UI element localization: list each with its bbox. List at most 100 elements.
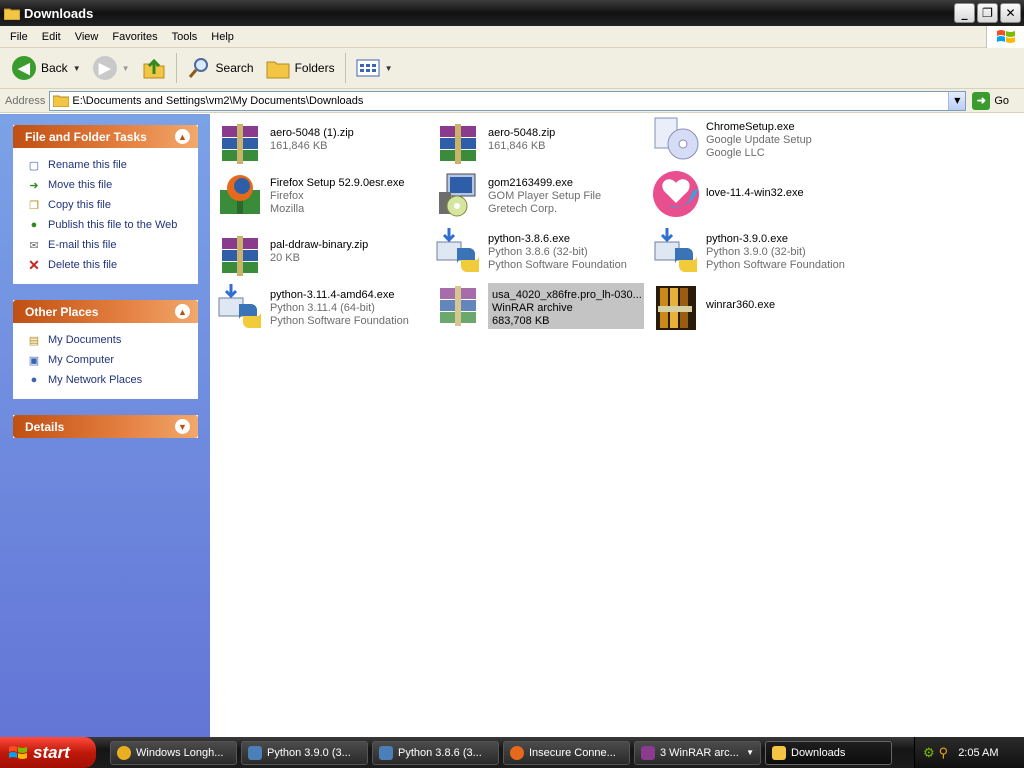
other-places-header[interactable]: Other Places ▲ [13, 300, 198, 323]
winrar-archive-icon [216, 232, 264, 280]
go-arrow-icon: ➜ [972, 91, 991, 110]
python-installer-icon [434, 226, 482, 274]
file-detail: Python Software Foundation [270, 315, 409, 327]
file-folder-tasks-header[interactable]: File and Folder Tasks ▲ [13, 125, 198, 148]
go-button[interactable]: ➜ Go [972, 91, 1009, 110]
file-item[interactable]: aero-5048.zip 161,846 KB [434, 120, 644, 170]
file-item[interactable]: Firefox Setup 52.9.0esr.exe Firefox Mozill… [216, 170, 426, 220]
collapse-chevron-icon[interactable]: ▲ [175, 129, 190, 144]
file-detail: 161,846 KB [270, 140, 328, 152]
file-item[interactable]: winrar360.exe [652, 284, 862, 334]
taskbar-item-label: Insecure Conne... [529, 746, 616, 759]
folder-icon [4, 8, 20, 20]
task-label: E-mail this file [48, 239, 117, 251]
details-header[interactable]: Details ▼ [13, 415, 198, 438]
file-detail: WinRAR archive [492, 302, 573, 314]
chevron-down-icon[interactable]: ▼ [122, 64, 130, 73]
chevron-down-icon[interactable]: ▼ [73, 64, 81, 73]
start-button[interactable]: start [0, 737, 96, 768]
installer-cd-icon [652, 114, 700, 162]
taskbar: start Windows Longh... Python 3.9.0 (3..… [0, 737, 1024, 768]
search-icon [188, 58, 208, 78]
file-name: pal-ddraw-binary.zip [270, 239, 369, 251]
views-button[interactable]: ▼ [350, 51, 399, 85]
folders-label: Folders [294, 61, 335, 75]
address-dropdown-button[interactable]: ▼ [948, 91, 966, 110]
place-label: My Documents [48, 334, 122, 346]
folders-button[interactable]: Folders [260, 51, 341, 85]
taskbar-item-downloads[interactable]: Downloads [765, 740, 892, 765]
menu-favorites[interactable]: Favorites [105, 31, 164, 43]
taskbar-item-firefox[interactable]: Insecure Conne... [503, 740, 630, 765]
task-copy[interactable]: ❐ Copy this file [26, 195, 197, 215]
place-my-documents[interactable]: ▤ My Documents [26, 330, 197, 350]
file-item[interactable]: python-3.9.0.exe Python 3.9.0 (32-bit) Pyt… [652, 226, 862, 276]
task-rename[interactable]: ▢ Rename this file [26, 155, 197, 175]
title-bar[interactable]: Downloads _ ❐ ✕ [0, 0, 1024, 26]
chevron-down-icon[interactable]: ▼ [385, 64, 393, 73]
place-network[interactable]: ● My Network Places [26, 370, 197, 390]
file-item[interactable]: gom2163499.exe GOM Player Setup File Grete… [434, 170, 644, 220]
firefox-installer-icon [216, 170, 264, 218]
move-icon: ➜ [29, 179, 39, 192]
menu-help[interactable]: Help [204, 31, 241, 43]
file-detail: Python Software Foundation [706, 259, 845, 271]
network-tray-icon[interactable]: ⚙ [923, 745, 935, 761]
toolbar: ◀ Back ▼ ▶ ▼ Search Folders ▼ [0, 48, 1024, 89]
other-places-panel: Other Places ▲ ▤ My Documents ▣ My Compute… [13, 300, 198, 399]
collapse-chevron-icon[interactable]: ▲ [175, 304, 190, 319]
file-list[interactable]: aero-5048 (1).zip 161,846 KB aero-5048.zi… [210, 114, 1024, 737]
expand-chevron-icon[interactable]: ▼ [175, 419, 190, 434]
taskbar-item-chrome[interactable]: Windows Longh... [110, 740, 237, 765]
taskbar-item-label: Python 3.8.6 (3... [398, 746, 482, 759]
taskbar-item-label: 3 WinRAR arc... [660, 746, 739, 759]
file-item[interactable]: aero-5048 (1).zip 161,846 KB [216, 120, 426, 170]
minimize-button[interactable]: _ [954, 3, 975, 23]
file-name: aero-5048 (1).zip [270, 127, 354, 139]
file-item-selected[interactable]: usa_4020_x86fre.pro_lh-030... WinRAR arch… [434, 282, 644, 332]
taskbar-item-python-390[interactable]: Python 3.9.0 (3... [241, 740, 368, 765]
task-publish[interactable]: ● Publish this file to the Web [26, 215, 197, 235]
forward-button[interactable]: ▶ ▼ [87, 51, 136, 85]
task-email[interactable]: ✉ E-mail this file [26, 235, 197, 255]
task-delete[interactable]: ✕ Delete this file [26, 255, 197, 275]
restore-button[interactable]: ❐ [977, 3, 998, 23]
chevron-down-icon: ▼ [746, 748, 754, 757]
back-button[interactable]: ◀ Back ▼ [6, 51, 87, 85]
file-name: Firefox Setup 52.9.0esr.exe [270, 177, 405, 189]
file-detail: Firefox [270, 190, 304, 202]
address-input[interactable]: E:\Documents and Settings\vm2\My Documen… [49, 90, 967, 111]
file-name: winrar360.exe [706, 299, 776, 311]
up-folder-button[interactable] [136, 51, 172, 85]
file-folder-tasks-panel: File and Folder Tasks ▲ ▢ Rename this fil… [13, 125, 198, 284]
file-detail: Google LLC [706, 147, 765, 159]
rename-icon: ▢ [28, 159, 40, 172]
menu-tools[interactable]: Tools [165, 31, 205, 43]
panel-title: Other Places [25, 304, 99, 319]
python-installer-icon [652, 226, 700, 274]
taskbar-item-winrar[interactable]: 3 WinRAR arc... ▼ [634, 740, 761, 765]
file-item[interactable]: love-11.4-win32.exe [652, 170, 862, 220]
menu-view[interactable]: View [68, 31, 106, 43]
close-button[interactable]: ✕ [1000, 3, 1021, 23]
python-installer-icon [216, 282, 264, 330]
task-label: Copy this file [48, 199, 111, 211]
file-item[interactable]: pal-ddraw-binary.zip 20 KB [216, 232, 426, 282]
taskbar-item-python-386[interactable]: Python 3.8.6 (3... [372, 740, 499, 765]
menu-edit[interactable]: Edit [35, 31, 68, 43]
file-item[interactable]: ChromeSetup.exe Google Update Setup Google… [652, 114, 862, 164]
task-move[interactable]: ➜ Move this file [26, 175, 197, 195]
forward-arrow-icon: ▶ [92, 56, 117, 80]
menu-file[interactable]: File [3, 31, 35, 43]
file-item[interactable]: python-3.8.6.exe Python 3.8.6 (32-bit) Pyt… [434, 226, 644, 276]
place-my-computer[interactable]: ▣ My Computer [26, 350, 197, 370]
folder-icon [772, 745, 786, 760]
menu-bar: File Edit View Favorites Tools Help [0, 26, 1024, 48]
winrar-archive-icon [434, 282, 482, 330]
file-detail: Python 3.8.6 (32-bit) [488, 246, 588, 258]
search-tray-icon[interactable]: ⚲ [939, 745, 949, 761]
search-button[interactable]: Search [181, 51, 260, 85]
search-label: Search [215, 61, 254, 75]
clock[interactable]: 2:05 AM [958, 747, 998, 759]
file-item[interactable]: python-3.11.4-amd64.exe Python 3.11.4 (64… [216, 282, 426, 332]
